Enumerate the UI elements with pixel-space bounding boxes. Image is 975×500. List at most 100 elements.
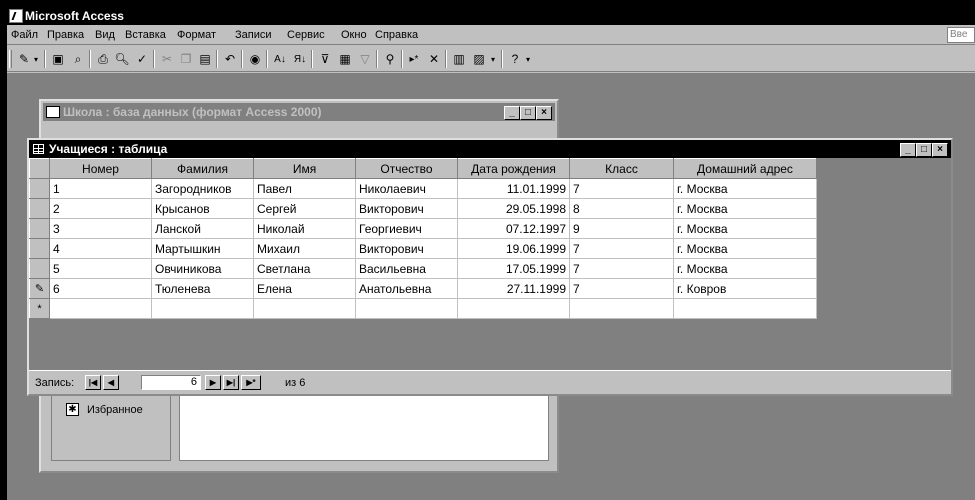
objects-list[interactable] (179, 386, 549, 461)
cell-first-name[interactable]: Светлана (253, 258, 356, 279)
print-icon[interactable]: ⎙ (94, 50, 112, 68)
table-window[interactable]: Учащиеся : таблица _ □ × Номер Фамилия И… (27, 138, 953, 396)
menu-records[interactable]: Записи (235, 28, 272, 42)
close-button[interactable]: × (932, 143, 948, 157)
database-window-icon[interactable]: ▥ (450, 50, 468, 68)
ask-question-box[interactable]: Вве (947, 27, 975, 43)
cell-first-name[interactable]: Сергей (253, 198, 356, 219)
new-cell[interactable] (457, 298, 570, 319)
first-record-button[interactable]: |◀ (85, 375, 101, 390)
menu-format[interactable]: Формат (177, 28, 216, 42)
cell-birth-date[interactable]: 19.06.1999 (457, 238, 570, 259)
file-search-icon[interactable]: ⌕ (69, 50, 87, 68)
cell-class[interactable]: 8 (569, 198, 674, 219)
edit-record-icon[interactable]: ✎ (29, 278, 50, 299)
help-icon[interactable]: ? (506, 50, 524, 68)
hyperlink-icon[interactable]: ◉ (246, 50, 264, 68)
cell-id[interactable]: 1 (49, 178, 152, 199)
new-cell[interactable] (355, 298, 458, 319)
filter-by-form-icon[interactable]: ▦ (336, 50, 354, 68)
cell-id[interactable]: 3 (49, 218, 152, 239)
cell-address[interactable]: г. Москва (673, 258, 817, 279)
cell-last-name[interactable]: Тюленева (151, 278, 254, 299)
cell-address[interactable]: г. Москва (673, 198, 817, 219)
apply-filter-icon[interactable]: ▽ (356, 50, 374, 68)
menu-window[interactable]: Окно (341, 28, 367, 42)
record-selector[interactable] (29, 178, 50, 199)
undo-icon[interactable]: ↶ (221, 50, 239, 68)
cell-birth-date[interactable]: 07.12.1997 (457, 218, 570, 239)
maximize-button[interactable]: □ (916, 143, 932, 157)
column-header-address[interactable]: Домашний адрес (673, 158, 817, 179)
cell-middle-name[interactable]: Николаевич (355, 178, 458, 199)
cell-last-name[interactable]: Загородников (151, 178, 254, 199)
record-selector[interactable] (29, 198, 50, 219)
new-record-icon[interactable]: ▸* (405, 50, 423, 68)
next-record-button[interactable]: ▶ (205, 375, 221, 390)
column-header-last-name[interactable]: Фамилия (151, 158, 254, 179)
cell-address[interactable]: г. Ковров (673, 278, 817, 299)
cell-birth-date[interactable]: 17.05.1999 (457, 258, 570, 279)
last-record-button[interactable]: ▶| (223, 375, 239, 390)
cell-address[interactable]: г. Москва (673, 218, 817, 239)
cell-birth-date[interactable]: 29.05.1998 (457, 198, 570, 219)
copy-icon[interactable]: ❐ (177, 50, 195, 68)
record-selector[interactable] (29, 238, 50, 259)
column-header-first-name[interactable]: Имя (253, 158, 356, 179)
cell-middle-name[interactable]: Васильевна (355, 258, 458, 279)
cell-last-name[interactable]: Мартышкин (151, 238, 254, 259)
menu-help[interactable]: Справка (375, 28, 418, 42)
maximize-button[interactable]: □ (520, 106, 536, 120)
cell-first-name[interactable]: Елена (253, 278, 356, 299)
close-button[interactable]: × (536, 106, 552, 120)
new-cell[interactable] (49, 298, 152, 319)
column-header-birth-date[interactable]: Дата рождения (457, 158, 570, 179)
record-selector[interactable] (29, 258, 50, 279)
new-cell[interactable] (673, 298, 817, 319)
cell-last-name[interactable]: Ланской (151, 218, 254, 239)
cell-birth-date[interactable]: 11.01.1999 (457, 178, 570, 199)
cell-class[interactable]: 9 (569, 218, 674, 239)
new-cell[interactable] (569, 298, 674, 319)
cell-class[interactable]: 7 (569, 278, 674, 299)
new-record-button[interactable]: ▶* (241, 375, 261, 390)
print-preview-icon[interactable]: 🔍︎ (113, 50, 131, 68)
record-number-field[interactable]: 6 (141, 375, 201, 390)
find-icon[interactable]: ⚲ (381, 50, 399, 68)
select-all-corner[interactable] (29, 158, 50, 179)
cell-middle-name[interactable]: Георгиевич (355, 218, 458, 239)
cut-icon[interactable]: ✂ (158, 50, 176, 68)
cell-last-name[interactable]: Овчиникова (151, 258, 254, 279)
column-header-middle-name[interactable]: Отчество (355, 158, 458, 179)
cell-address[interactable]: г. Москва (673, 238, 817, 259)
table-window-titlebar[interactable]: Учащиеся : таблица _ □ × (29, 140, 951, 158)
cell-class[interactable]: 7 (569, 178, 674, 199)
cell-first-name[interactable]: Михаил (253, 238, 356, 259)
cell-id[interactable]: 6 (49, 278, 152, 299)
menu-tools[interactable]: Сервис (287, 28, 325, 42)
sort-desc-icon[interactable]: Я↓ (291, 50, 309, 68)
dropdown-icon[interactable]: ▾ (31, 50, 41, 68)
column-header-class[interactable]: Класс (569, 158, 674, 179)
dropdown-icon[interactable]: ▾ (523, 50, 533, 68)
paste-icon[interactable]: ▤ (196, 50, 214, 68)
sort-asc-icon[interactable]: A↓ (271, 50, 289, 68)
cell-first-name[interactable]: Николай (253, 218, 356, 239)
prev-record-button[interactable]: ◀ (103, 375, 119, 390)
cell-birth-date[interactable]: 27.11.1999 (457, 278, 570, 299)
column-header-id[interactable]: Номер (49, 158, 152, 179)
menu-file[interactable]: Файл (11, 28, 38, 42)
new-record-icon[interactable]: * (29, 298, 50, 319)
filter-by-selection-icon[interactable]: ⊽ (316, 50, 334, 68)
cell-last-name[interactable]: Крысанов (151, 198, 254, 219)
database-window-titlebar[interactable]: Школа : база данных (формат Access 2000)… (43, 103, 555, 121)
minimize-button[interactable]: _ (504, 106, 520, 120)
delete-record-icon[interactable]: ✕ (425, 50, 443, 68)
new-object-icon[interactable]: ▨ (470, 50, 488, 68)
cell-address[interactable]: г. Москва (673, 178, 817, 199)
minimize-button[interactable]: _ (900, 143, 916, 157)
menu-edit[interactable]: Правка (47, 28, 84, 42)
cell-id[interactable]: 2 (49, 198, 152, 219)
save-icon[interactable]: ▣ (49, 50, 67, 68)
cell-class[interactable]: 7 (569, 238, 674, 259)
